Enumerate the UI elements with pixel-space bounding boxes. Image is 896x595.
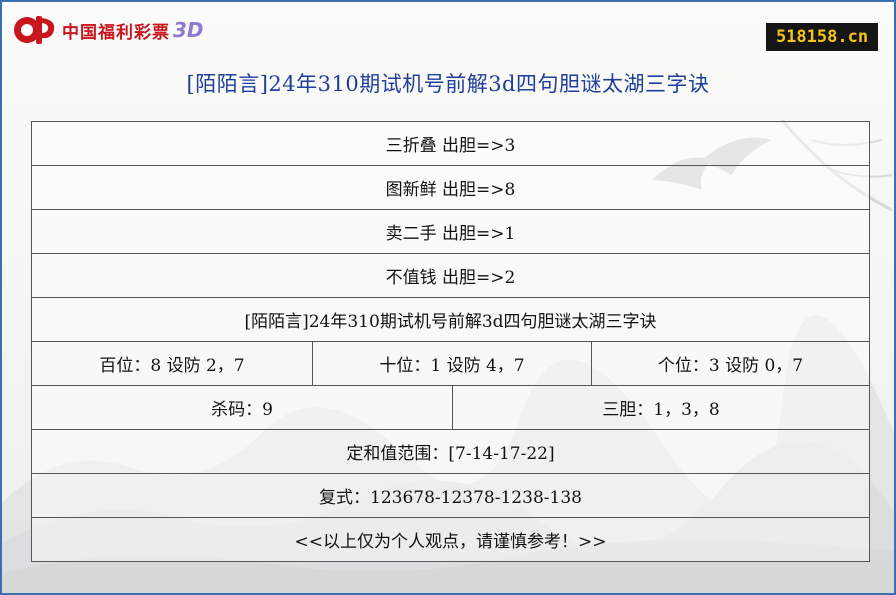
table-row: 定和值范围：[7-14-17-22] [32,429,869,473]
disclaimer-text: <<以上仅为个人观点，请谨慎参考！>> [294,532,607,552]
sum-range-cell: 定和值范围：[7-14-17-22] [346,444,555,464]
units-position-cell: 个位：3 设防 0，7 [591,342,869,385]
hundreds-position-cell: 百位：8 设防 2，7 [99,356,245,376]
table-row: 复式：123678-12378-1238-138 [32,473,869,517]
three-dan-cell: 三胆：1，3，8 [452,386,869,429]
lottery-logo: 中国福利彩票 3D [12,12,204,48]
table-row: 不值钱 出胆=>2 [32,253,869,297]
riddle-line-3: 卖二手 出胆=>1 [385,224,516,244]
table-subtitle: [陌陌言]24年310期试机号前解3d四句胆谜太湖三字诀 [244,312,657,332]
welfare-lottery-logo-icon [14,16,55,44]
table-row: 三折叠 出胆=>3 [32,122,869,165]
logo-3d-text: 3D [173,18,204,42]
table-row: 杀码：9 三胆：1，3，8 [32,385,869,429]
table-row: [陌陌言]24年310期试机号前解3d四句胆谜太湖三字诀 [32,297,869,341]
table-row: 卖二手 出胆=>1 [32,209,869,253]
riddle-line-2: 图新鲜 出胆=>8 [385,180,516,200]
table-row: <<以上仅为个人观点，请谨慎参考！>> [32,517,869,561]
riddle-line-1: 三折叠 出胆=>3 [385,136,516,156]
poster-frame: 中国福利彩票 3D 518158.cn [陌陌言]24年310期试机号前解3d四… [0,0,896,595]
riddle-line-4: 不值钱 出胆=>2 [385,268,516,288]
compound-cell: 复式：123678-12378-1238-138 [319,488,582,508]
page-title: [陌陌言]24年310期试机号前解3d四句胆谜太湖三字诀 [186,72,710,96]
table-row: 图新鲜 出胆=>8 [32,165,869,209]
kill-number-cell: 杀码：9 [211,400,273,420]
site-badge: 518158.cn [766,23,878,51]
prediction-table: 三折叠 出胆=>3 图新鲜 出胆=>8 卖二手 出胆=>1 不值钱 出胆=>2 … [31,121,870,562]
tens-position-cell: 十位：1 设防 4，7 [312,342,591,385]
table-row: 百位：8 设防 2，7 十位：1 设防 4，7 个位：3 设防 0，7 [32,341,869,385]
logo-text: 中国福利彩票 [62,22,170,43]
